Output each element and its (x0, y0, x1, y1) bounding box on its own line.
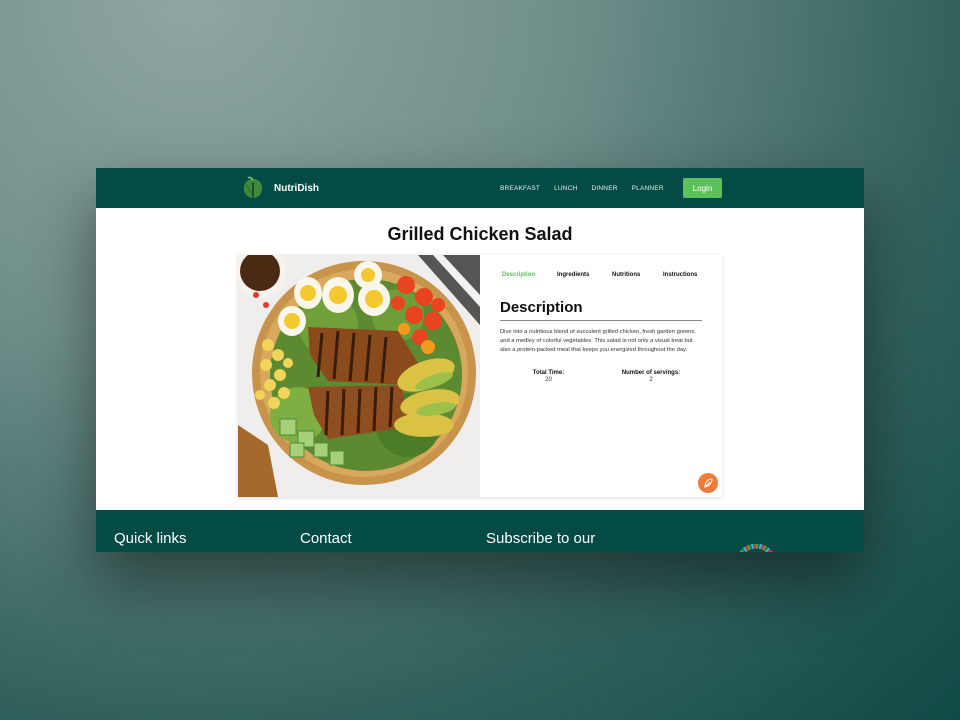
leaf-action-button[interactable] (698, 473, 718, 493)
servings-label: Number of servings: (621, 370, 681, 376)
nav-link-planner[interactable]: PLANNER (632, 185, 664, 192)
total-time: Total Time: 20 (516, 370, 581, 383)
tab-ingredients[interactable]: Ingredients (557, 272, 589, 278)
nav-link-breakfast[interactable]: BREAKFAST (500, 185, 540, 192)
tab-nutritions[interactable]: Nutritions (612, 272, 640, 278)
nav-links: BREAKFAST LUNCH DINNER PLANNER (500, 168, 678, 208)
footer-subscribe-heading: Subscribe to our (486, 530, 596, 547)
salad-illustration (238, 255, 480, 497)
brand-logo-icon (243, 176, 263, 198)
recipe-tabs: Description Ingredients Nutritions Instr… (480, 272, 722, 284)
nav-link-dinner[interactable]: DINNER (592, 185, 618, 192)
heading-divider (500, 320, 702, 321)
leaf-icon (704, 478, 713, 488)
browser-window: NutriDish BREAKFAST LUNCH DINNER PLANNER… (96, 168, 864, 552)
footer-quick-links-heading: Quick links (114, 530, 187, 547)
footer-contact-heading: Contact (300, 530, 352, 547)
page-title: Grilled Chicken Salad (387, 224, 573, 244)
salad-photo (238, 255, 480, 497)
sdg-wheel-icon (739, 544, 773, 552)
brand[interactable]: NutriDish (240, 175, 319, 201)
login-button[interactable]: Login (683, 178, 722, 198)
recipe-info: Description Ingredients Nutritions Instr… (480, 255, 722, 497)
description-heading: Description (500, 299, 583, 316)
servings: Number of servings: 2 (608, 370, 694, 383)
tab-instructions[interactable]: Instructions (663, 272, 697, 278)
footer: Quick links Contact Subscribe to our (96, 510, 864, 552)
nav-link-lunch[interactable]: LUNCH (554, 185, 577, 192)
tab-description[interactable]: Description (502, 272, 535, 278)
description-text: Dive into a nutritious blend of succulen… (500, 329, 696, 353)
total-time-label: Total Time: (532, 370, 565, 376)
recipe-card: Description Ingredients Nutritions Instr… (238, 255, 722, 497)
total-time-value: 20 (545, 377, 552, 383)
servings-value: 2 (649, 377, 653, 383)
brand-name: NutriDish (274, 182, 319, 194)
navbar: NutriDish BREAKFAST LUNCH DINNER PLANNER… (96, 168, 864, 208)
